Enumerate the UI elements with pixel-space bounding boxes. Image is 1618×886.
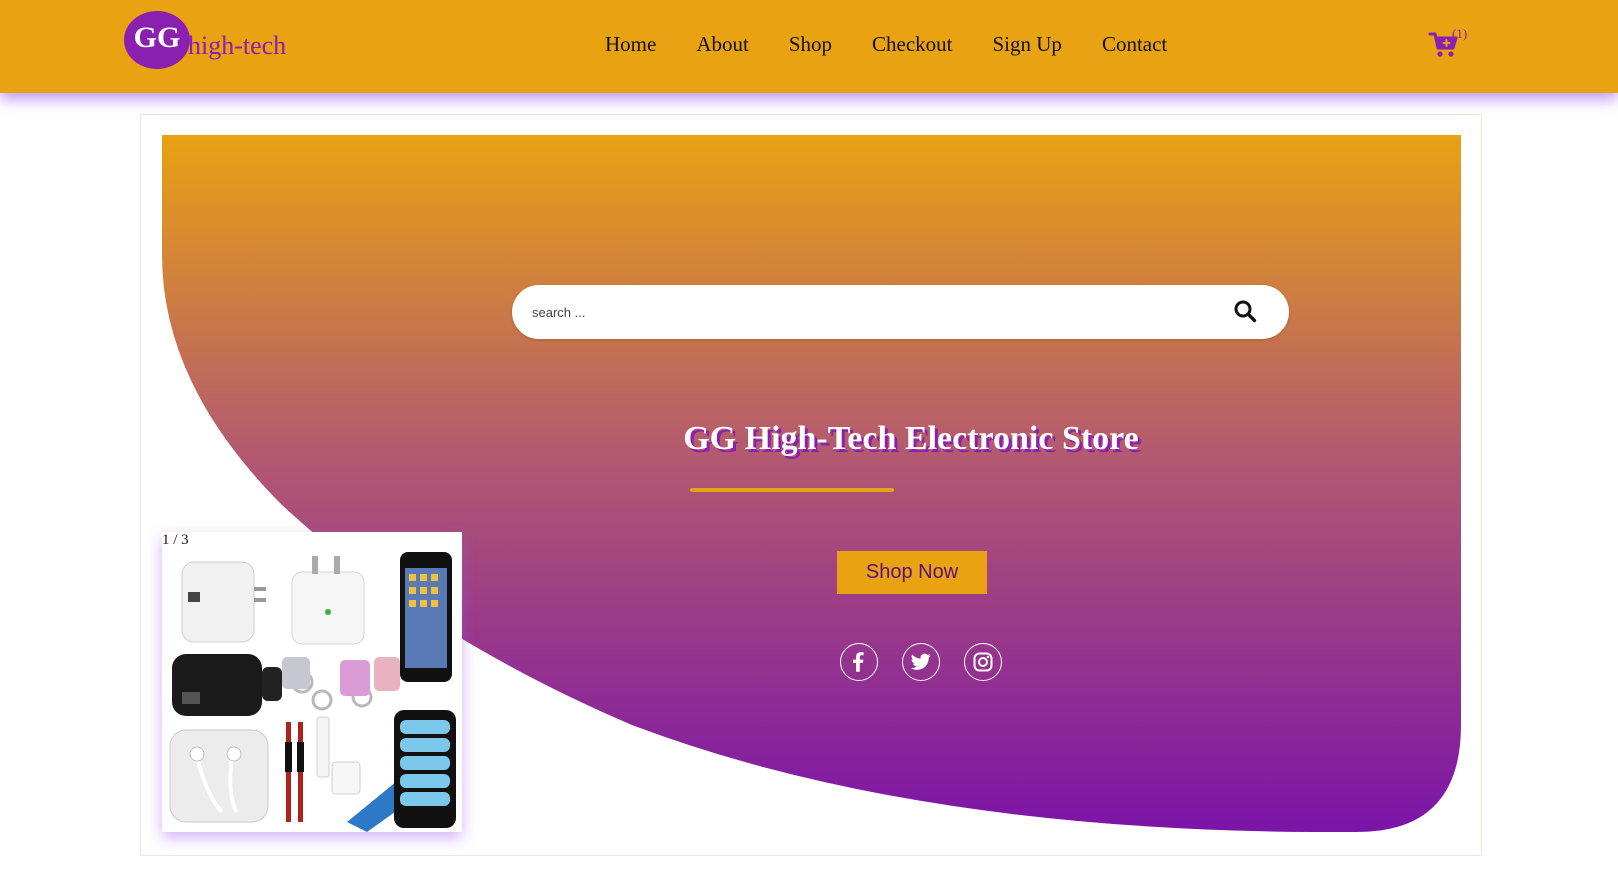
- cart-button[interactable]: (1): [1428, 26, 1488, 70]
- nav-about-link[interactable]: About: [696, 30, 749, 58]
- shop-now-button[interactable]: Shop Now: [837, 551, 987, 594]
- instagram-link[interactable]: [964, 643, 1002, 681]
- nav-shop-link[interactable]: Shop: [789, 30, 832, 58]
- product-slide-image[interactable]: [162, 532, 462, 832]
- hero-title: GG High-Tech Electronic Store: [683, 420, 1139, 457]
- facebook-link[interactable]: [840, 643, 878, 681]
- site-logo[interactable]: GG high-tech: [124, 10, 286, 70]
- nav-home-link[interactable]: Home: [605, 30, 656, 58]
- search-bar: [512, 285, 1289, 339]
- twitter-link[interactable]: [902, 643, 940, 681]
- title-divider: [690, 488, 894, 492]
- main-nav: Home About Shop Checkout Sign Up Contact: [605, 30, 1207, 58]
- cart-count-badge: (1): [1452, 26, 1468, 41]
- nav-signup-link[interactable]: Sign Up: [993, 30, 1062, 58]
- search-button[interactable]: [1233, 299, 1259, 325]
- phone-accessories-image: [162, 532, 462, 832]
- instagram-icon: [973, 652, 993, 672]
- logo-text: high-tech: [188, 31, 287, 60]
- search-icon: [1234, 300, 1257, 323]
- nav-checkout-link[interactable]: Checkout: [872, 30, 952, 58]
- twitter-icon: [911, 653, 931, 670]
- facebook-icon: [853, 652, 864, 672]
- top-navbar: GG high-tech Home About Shop Checkout Si…: [0, 0, 1618, 93]
- search-input[interactable]: [530, 285, 1210, 339]
- slide-counter: 1 / 3: [162, 532, 189, 548]
- logo-badge: GG: [124, 11, 190, 69]
- nav-contact-link[interactable]: Contact: [1102, 30, 1167, 58]
